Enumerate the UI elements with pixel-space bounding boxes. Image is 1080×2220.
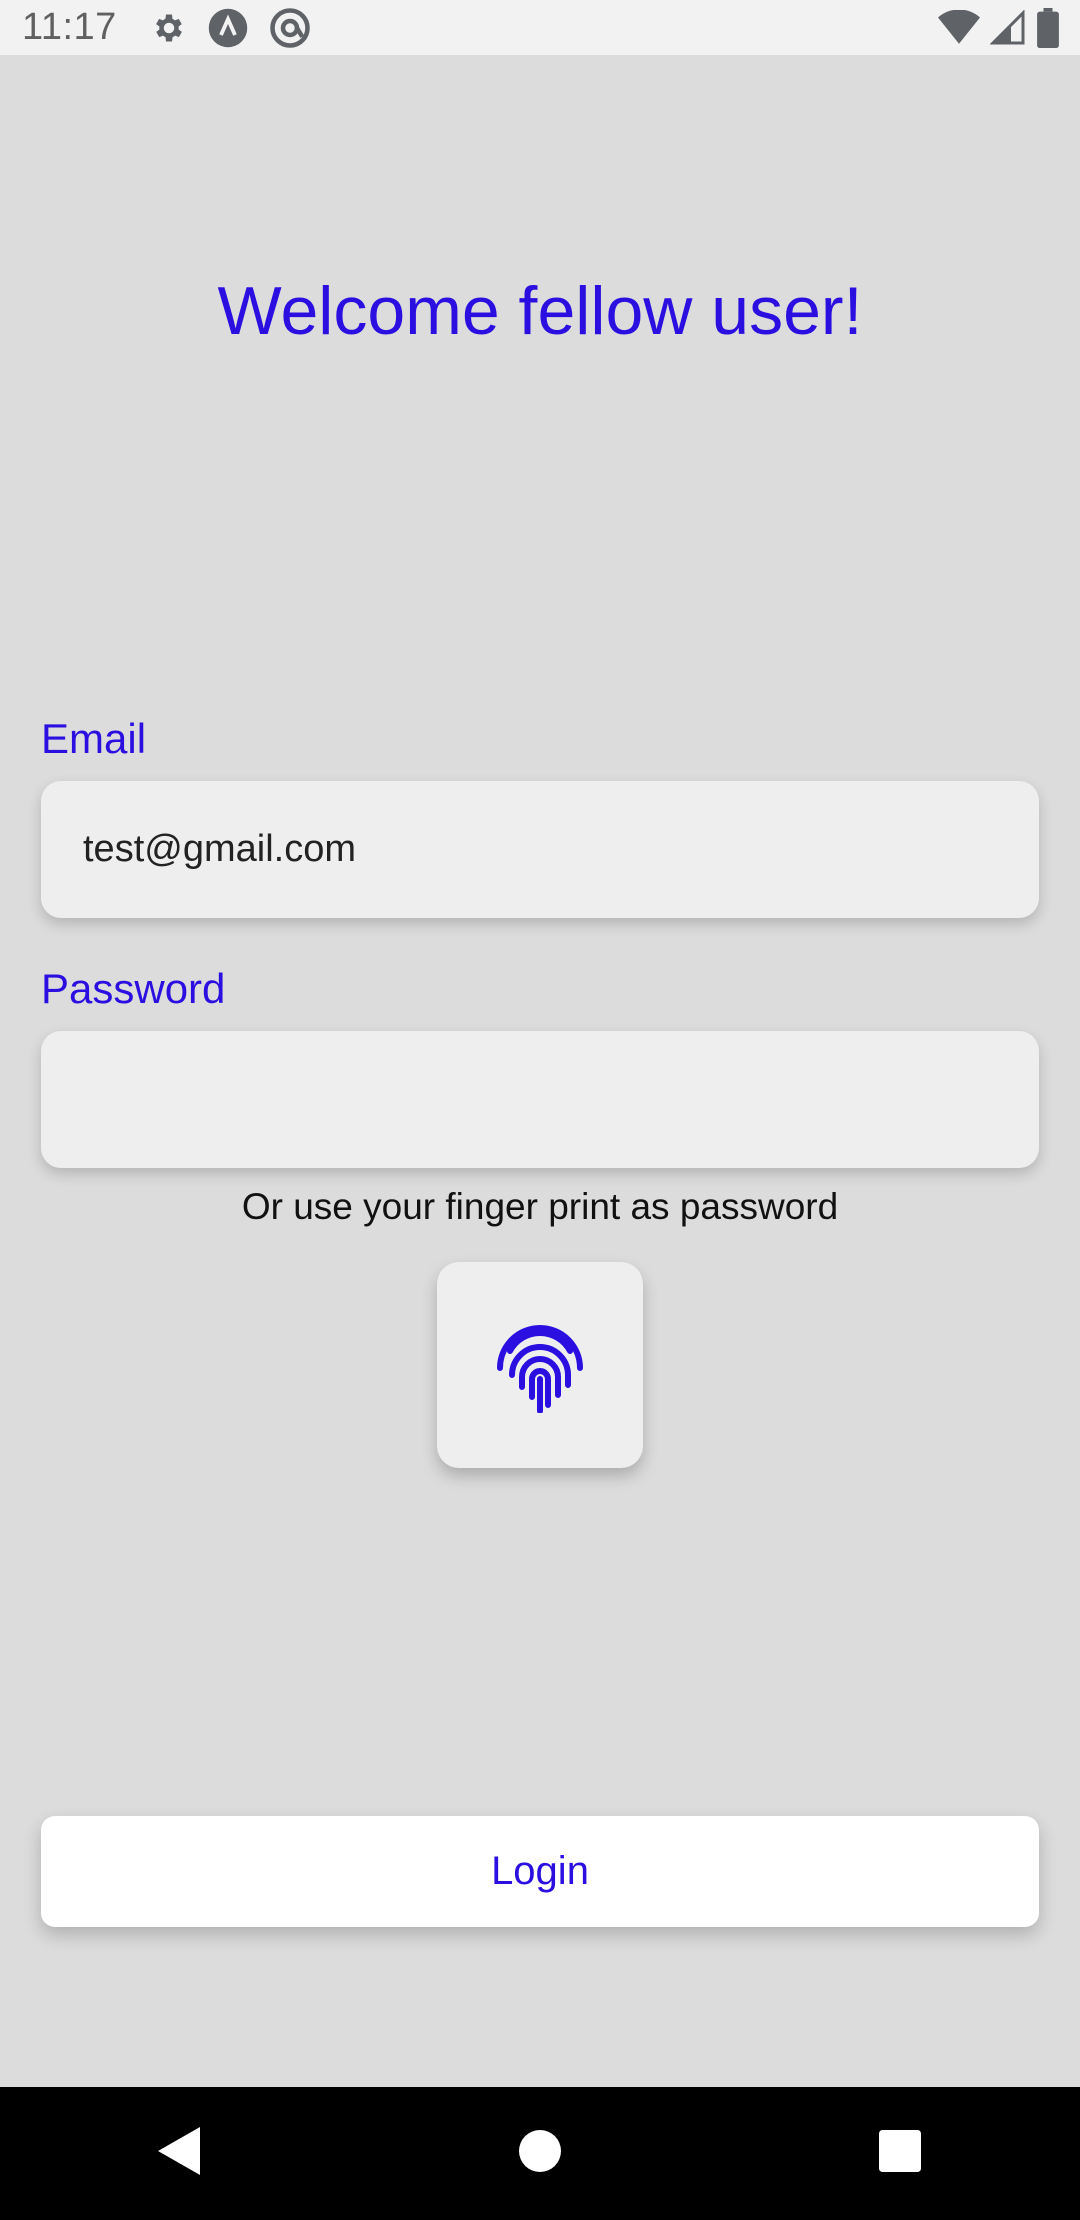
settings-icon — [151, 10, 187, 46]
back-icon — [156, 2125, 204, 2182]
status-time: 11:17 — [22, 6, 117, 48]
fingerprint-hint: Or use your finger print as password — [241, 1186, 839, 1227]
status-bar: 11:17 — [0, 0, 1080, 55]
battery-icon — [1036, 7, 1060, 48]
home-icon — [519, 2130, 561, 2177]
login-button[interactable]: Login — [41, 1816, 1039, 1927]
login-screen: 11:17 Welcome fellow user! Email test@gm… — [0, 0, 1080, 2220]
app-icon — [207, 7, 249, 49]
wifi-icon — [938, 9, 980, 46]
welcome-title: Welcome fellow user! — [217, 273, 863, 349]
at-sign-icon — [269, 7, 311, 49]
fingerprint-button[interactable] — [437, 1262, 643, 1468]
home-button[interactable] — [500, 2114, 580, 2194]
email-input[interactable] — [83, 828, 1039, 871]
password-field[interactable] — [41, 1031, 1039, 1168]
email-field[interactable] — [41, 781, 1039, 918]
back-button[interactable] — [140, 2114, 220, 2194]
navigation-bar — [0, 2087, 1080, 2220]
recents-icon — [879, 2130, 921, 2177]
recents-button[interactable] — [860, 2114, 940, 2194]
email-label: Email — [41, 715, 147, 762]
signal-icon — [990, 9, 1026, 46]
password-input[interactable] — [83, 1078, 1039, 1121]
password-label: Password — [41, 965, 226, 1012]
fingerprint-icon — [490, 1313, 590, 1418]
